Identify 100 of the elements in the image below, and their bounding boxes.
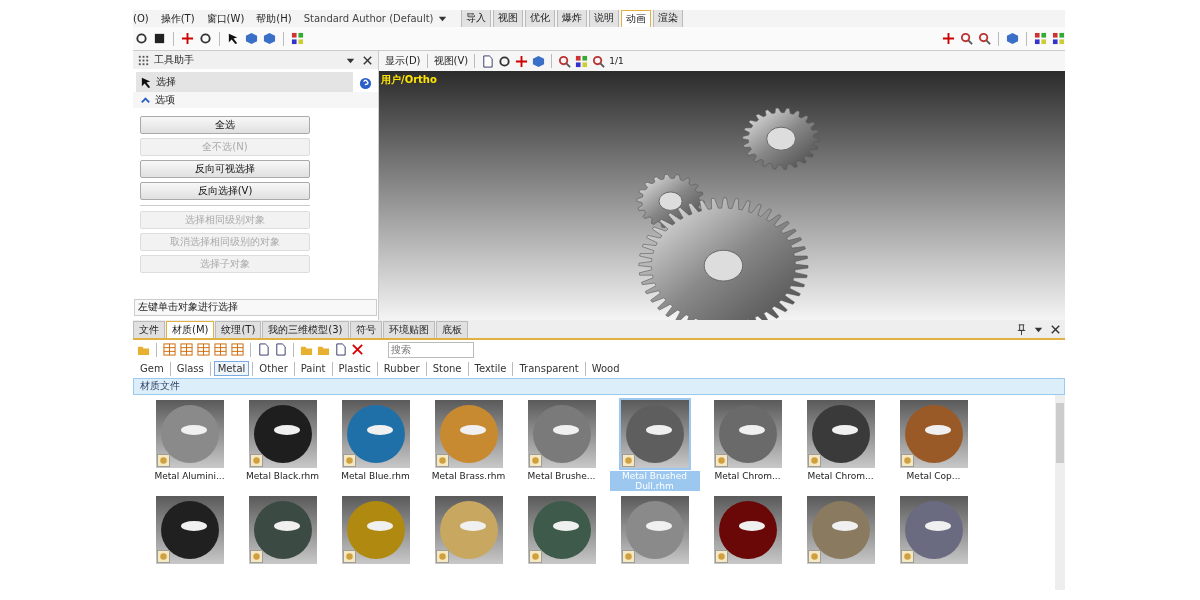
select-button[interactable]: 全选 — [140, 116, 310, 135]
scrollbar[interactable] — [1055, 395, 1065, 590]
material-name[interactable]: Metal Cop... — [888, 471, 979, 481]
material-name[interactable]: Metal Alumini... — [144, 471, 235, 481]
material-name[interactable]: Metal Black.rhm — [237, 471, 328, 481]
file-badge-icon — [528, 550, 542, 563]
page-icon[interactable] — [334, 343, 347, 356]
material-sphere[interactable] — [160, 501, 219, 559]
category-tab[interactable]: Metal — [213, 361, 250, 376]
category-tab[interactable]: Glass — [173, 362, 207, 375]
material-sphere[interactable] — [718, 501, 777, 559]
menu-item[interactable]: 帮助(H) — [256, 11, 292, 26]
file-badge-icon — [807, 454, 821, 467]
zoom-icon[interactable] — [592, 54, 606, 68]
material-sphere[interactable] — [532, 501, 591, 559]
menu-item[interactable]: 操作(T) — [160, 11, 195, 26]
category-tab[interactable]: Gem — [137, 362, 167, 375]
file-badge-icon — [714, 454, 728, 467]
panel-title: 工具助手 — [154, 53, 195, 68]
select-button[interactable]: 反向可视选择 — [140, 160, 310, 179]
zoom-icon[interactable] — [558, 54, 572, 68]
library-tab[interactable]: 材质(M) — [166, 321, 215, 338]
file-badge-icon — [156, 550, 170, 563]
view-menu[interactable]: 视图(V) — [433, 54, 469, 69]
category-tab[interactable]: Rubber — [380, 362, 423, 375]
layout-icon[interactable] — [197, 343, 210, 356]
grip-handle-icon[interactable] — [137, 53, 150, 67]
file-badge-icon — [435, 550, 449, 563]
select-button[interactable]: 反向选择(V) — [140, 182, 310, 201]
grid-icon[interactable] — [1034, 32, 1047, 46]
material-name[interactable]: Metal Brass.rhm — [423, 471, 514, 481]
category-tab[interactable]: Other — [256, 362, 291, 375]
workspace-dropdown[interactable]: Standard Author (Default) — [303, 12, 449, 25]
pointer-icon[interactable] — [227, 32, 240, 46]
ribbon-tab[interactable]: 视图 — [492, 10, 523, 27]
material-name[interactable]: Metal Chrom... — [795, 471, 886, 481]
viewport-label: 用户/Ortho — [381, 73, 437, 88]
layout-icon[interactable] — [180, 343, 193, 356]
file-badge-icon — [342, 454, 356, 467]
menu-item[interactable]: 窗口(W) — [206, 11, 245, 26]
square-icon[interactable] — [153, 32, 166, 46]
tool-selector[interactable]: 选择 — [136, 72, 353, 93]
category-tab[interactable]: Plastic — [335, 362, 374, 375]
material-name[interactable]: Metal Blue.rhm — [330, 471, 421, 481]
grid-icon[interactable] — [1052, 32, 1065, 46]
layout-icon[interactable] — [163, 343, 176, 356]
file-badge-icon — [900, 550, 914, 563]
menu-item[interactable]: (O) — [133, 13, 149, 24]
ribbon-tab[interactable]: 爆炸 — [556, 10, 587, 27]
library-tab[interactable]: 纹理(T) — [215, 321, 262, 338]
category-tab[interactable]: Paint — [297, 362, 329, 375]
ribbon-tab[interactable]: 渲染 — [652, 10, 683, 27]
category-tab[interactable]: Transparent — [516, 362, 582, 375]
material-sphere[interactable] — [253, 501, 312, 559]
ribbon-tab[interactable]: 优化 — [524, 10, 555, 27]
grid-icon[interactable] — [575, 54, 589, 68]
delete-icon[interactable] — [351, 343, 364, 356]
view-menu[interactable]: 显示(D) — [385, 54, 421, 69]
page-icon[interactable] — [257, 343, 270, 356]
category-tab[interactable]: Textile — [471, 362, 510, 375]
ribbon-tab[interactable]: 说明 — [588, 10, 619, 27]
page-icon[interactable] — [481, 54, 495, 68]
library-tab[interactable]: 文件 — [133, 321, 165, 338]
help-icon[interactable] — [359, 77, 372, 91]
status-text: 左键单击对象进行选择 — [134, 299, 377, 316]
page-icon[interactable] — [274, 343, 287, 356]
file-badge-icon — [156, 454, 170, 467]
material-sphere[interactable] — [811, 405, 870, 463]
section-header[interactable]: 选项 — [133, 92, 378, 109]
library-tab[interactable]: 我的三维模型(3) — [262, 321, 349, 338]
search-field[interactable]: 搜索 — [388, 341, 474, 358]
folder-header[interactable]: 材质文件 — [133, 378, 1065, 395]
category-tab[interactable]: Stone — [429, 362, 465, 375]
pin-icon[interactable] — [1015, 322, 1028, 336]
library-tab[interactable]: 环境贴图 — [382, 321, 435, 338]
zoom-icon[interactable] — [978, 32, 991, 46]
material-name[interactable]: Metal Chrom... — [702, 471, 793, 481]
ribbon-tab[interactable]: 导入 — [460, 10, 491, 27]
material-sphere[interactable] — [253, 405, 312, 463]
file-badge-icon — [621, 550, 635, 563]
library-tab[interactable]: 底板 — [435, 321, 468, 338]
file-badge-icon — [249, 550, 263, 563]
file-badge-icon — [714, 550, 728, 563]
grid-icon[interactable] — [291, 32, 304, 46]
file-badge-icon — [249, 454, 263, 467]
category-tab[interactable]: Wood — [588, 362, 623, 375]
file-badge-icon — [528, 454, 542, 467]
file-badge-icon — [621, 454, 635, 467]
zoom-ratio-button[interactable]: 1/1 — [609, 56, 624, 67]
zoom-icon[interactable] — [960, 32, 973, 46]
pointer-icon — [140, 75, 153, 89]
viewport[interactable]: 用户/Ortho — [379, 71, 1065, 320]
file-badge-icon — [342, 550, 356, 563]
library-tab[interactable]: 符号 — [349, 321, 382, 338]
file-badge-icon — [900, 454, 914, 467]
layout-icon[interactable] — [214, 343, 227, 356]
material-name[interactable]: Metal Brushe... — [516, 471, 607, 481]
layout-icon[interactable] — [231, 343, 244, 356]
file-badge-icon — [807, 550, 821, 563]
ribbon-tab[interactable]: 动画 — [620, 10, 651, 27]
